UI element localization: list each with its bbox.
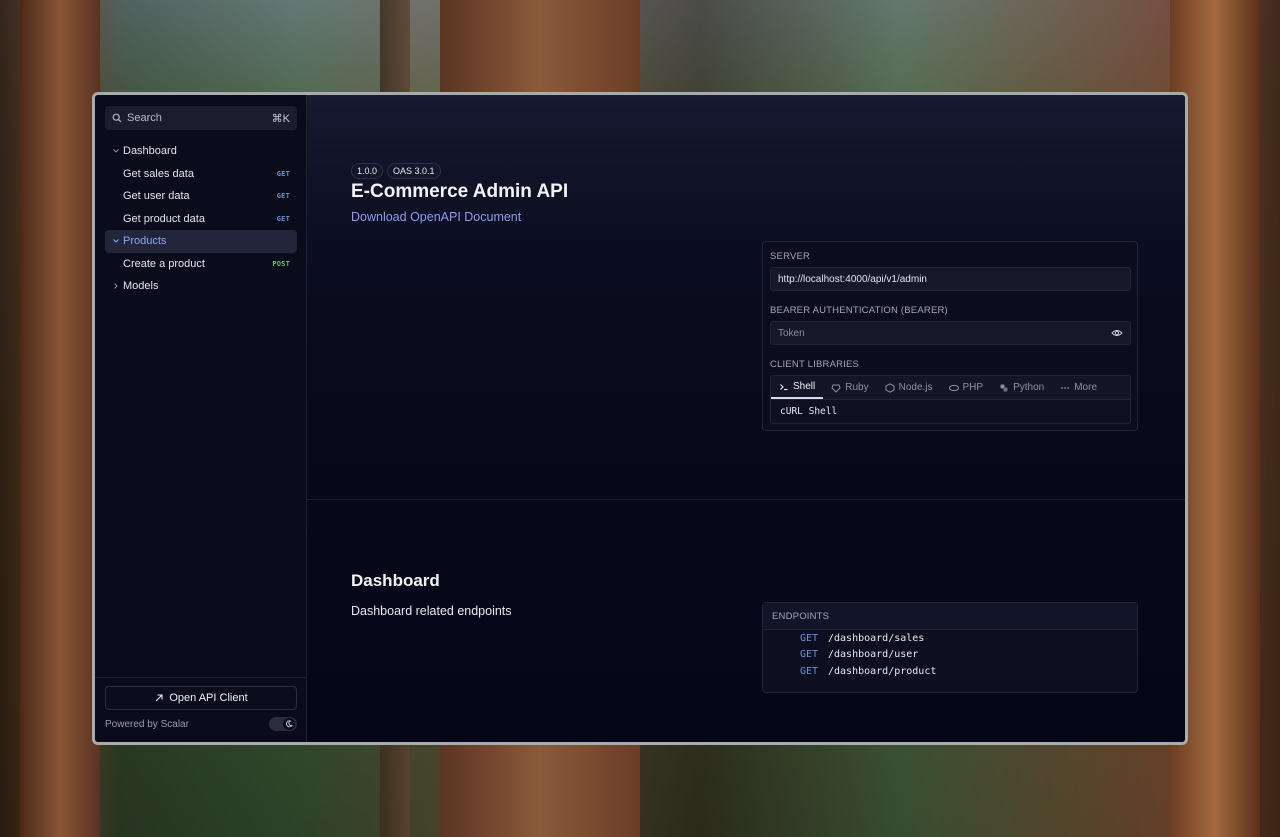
sidebar-item-label: Models [123,280,159,293]
python-icon [1000,384,1008,391]
sidebar-item-label: Get user data [123,190,190,203]
version-badge: 1.0.0 [351,163,384,179]
tab-nodejs[interactable]: Node.js [877,376,941,399]
more-icon [1061,386,1070,389]
method-badge: POST [272,259,290,268]
server-label: SERVER [770,251,811,262]
sidebar-item-create-a-product[interactable]: Create a product POST [105,253,297,276]
sidebar-item-label: Create a product [123,257,205,270]
ruby-icon [831,384,841,393]
sidebar-item-label: Get product data [123,212,205,225]
method-badge: GET [276,214,290,223]
open-api-client-button[interactable]: Open API Client [105,686,297,710]
endpoints-label: ENDPOINTS [763,603,1137,630]
search-placeholder: Search [127,112,162,124]
powered-by-text: Powered by Scalar [105,719,189,730]
endpoint-method: GET [800,632,819,644]
nodejs-icon [885,382,895,393]
method-badge: GET [276,192,290,201]
tab-ruby[interactable]: Ruby [823,376,876,399]
version-badges: 1.0.0 OAS 3.0.1 [351,163,441,179]
sidebar-item-label: Products [123,235,167,248]
arrow-up-right-icon [155,694,163,702]
tab-label: Ruby [845,382,869,393]
tab-more[interactable]: More [1052,376,1105,399]
tab-php[interactable]: PHP [941,376,992,399]
dark-mode-toggle[interactable] [269,717,297,731]
sidebar-item-products[interactable]: Products [105,230,297,253]
endpoint-method: GET [800,649,819,661]
tab-shell[interactable]: Shell [771,376,824,399]
sidebar-nav: Dashboard Get sales data GET Get user da… [105,140,297,298]
tab-label: More [1074,382,1098,393]
eye-icon[interactable] [1111,327,1123,339]
server-url-value: http://localhost:4000/api/v1/admin [778,273,927,285]
sidebar-item-label: Dashboard [123,145,177,158]
sidebar-item-get-product-data[interactable]: Get product data GET [105,208,297,231]
background-tree-trunk [20,0,100,837]
download-openapi-link[interactable]: Download OpenAPI Document [351,210,521,224]
sidebar: Search ⌘K Dashboard Get sales data GET G… [95,95,307,742]
sidebar-item-dashboard[interactable]: Dashboard [105,140,297,163]
moon-icon [286,720,293,728]
sidebar-item-label: Get sales data [123,167,194,180]
endpoint-row[interactable]: GET /dashboard/user [763,647,1137,664]
search-input[interactable]: Search ⌘K [105,106,297,130]
method-badge: GET [276,169,290,178]
endpoint-path: /dashboard/product [828,665,937,677]
app-window: Search ⌘K Dashboard Get sales data GET G… [92,92,1188,745]
tab-label: Python [1013,382,1045,393]
token-placeholder: Token [778,327,805,339]
search-icon [112,113,122,123]
client-library-tabs: Shell Ruby Node.js PHP Python More [770,375,1131,399]
tab-label: Shell [793,381,816,392]
client-config-card: SERVER http://localhost:4000/api/v1/admi… [762,241,1138,431]
section-description: Dashboard related endpoints [351,604,512,618]
section-title: Dashboard [351,571,440,590]
endpoint-path: /dashboard/sales [828,632,925,644]
chevron-right-icon [114,283,118,290]
toggle-knob [283,718,295,730]
endpoints-card: ENDPOINTS GET /dashboard/sales GET /dash… [762,602,1138,693]
client-libraries-label: CLIENT LIBRARIES [770,359,860,370]
tab-python[interactable]: Python [991,376,1052,399]
chevron-down-icon [113,239,119,243]
terminal-icon [780,383,788,390]
sidebar-item-get-user-data[interactable]: Get user data GET [105,185,297,208]
chevron-down-icon [113,149,119,153]
sidebar-footer: Open API Client Powered by Scalar [95,677,306,742]
sidebar-item-models[interactable]: Models [105,275,297,298]
main-content: 1.0.0 OAS 3.0.1 E-Commerce Admin API Dow… [307,95,1185,742]
page-title: E-Commerce Admin API [351,181,569,202]
endpoint-path: /dashboard/user [828,649,919,661]
endpoint-row[interactable]: GET /dashboard/sales [763,630,1137,647]
search-shortcut: ⌘K [271,112,290,125]
endpoint-method: GET [800,665,819,677]
oas-badge: OAS 3.0.1 [387,163,441,179]
endpoint-row[interactable]: GET /dashboard/product [763,663,1137,680]
code-snippet: cURL Shell [770,399,1131,424]
section-divider [307,499,1185,500]
tab-label: Node.js [898,382,933,393]
php-icon [948,384,959,391]
auth-label: BEARER AUTHENTICATION (BEARER) [770,305,948,316]
tab-label: PHP [962,382,984,393]
server-url-field[interactable]: http://localhost:4000/api/v1/admin [770,267,1131,291]
sidebar-item-get-sales-data[interactable]: Get sales data GET [105,163,297,186]
token-input[interactable]: Token [770,321,1131,345]
open-api-client-label: Open API Client [169,692,248,704]
